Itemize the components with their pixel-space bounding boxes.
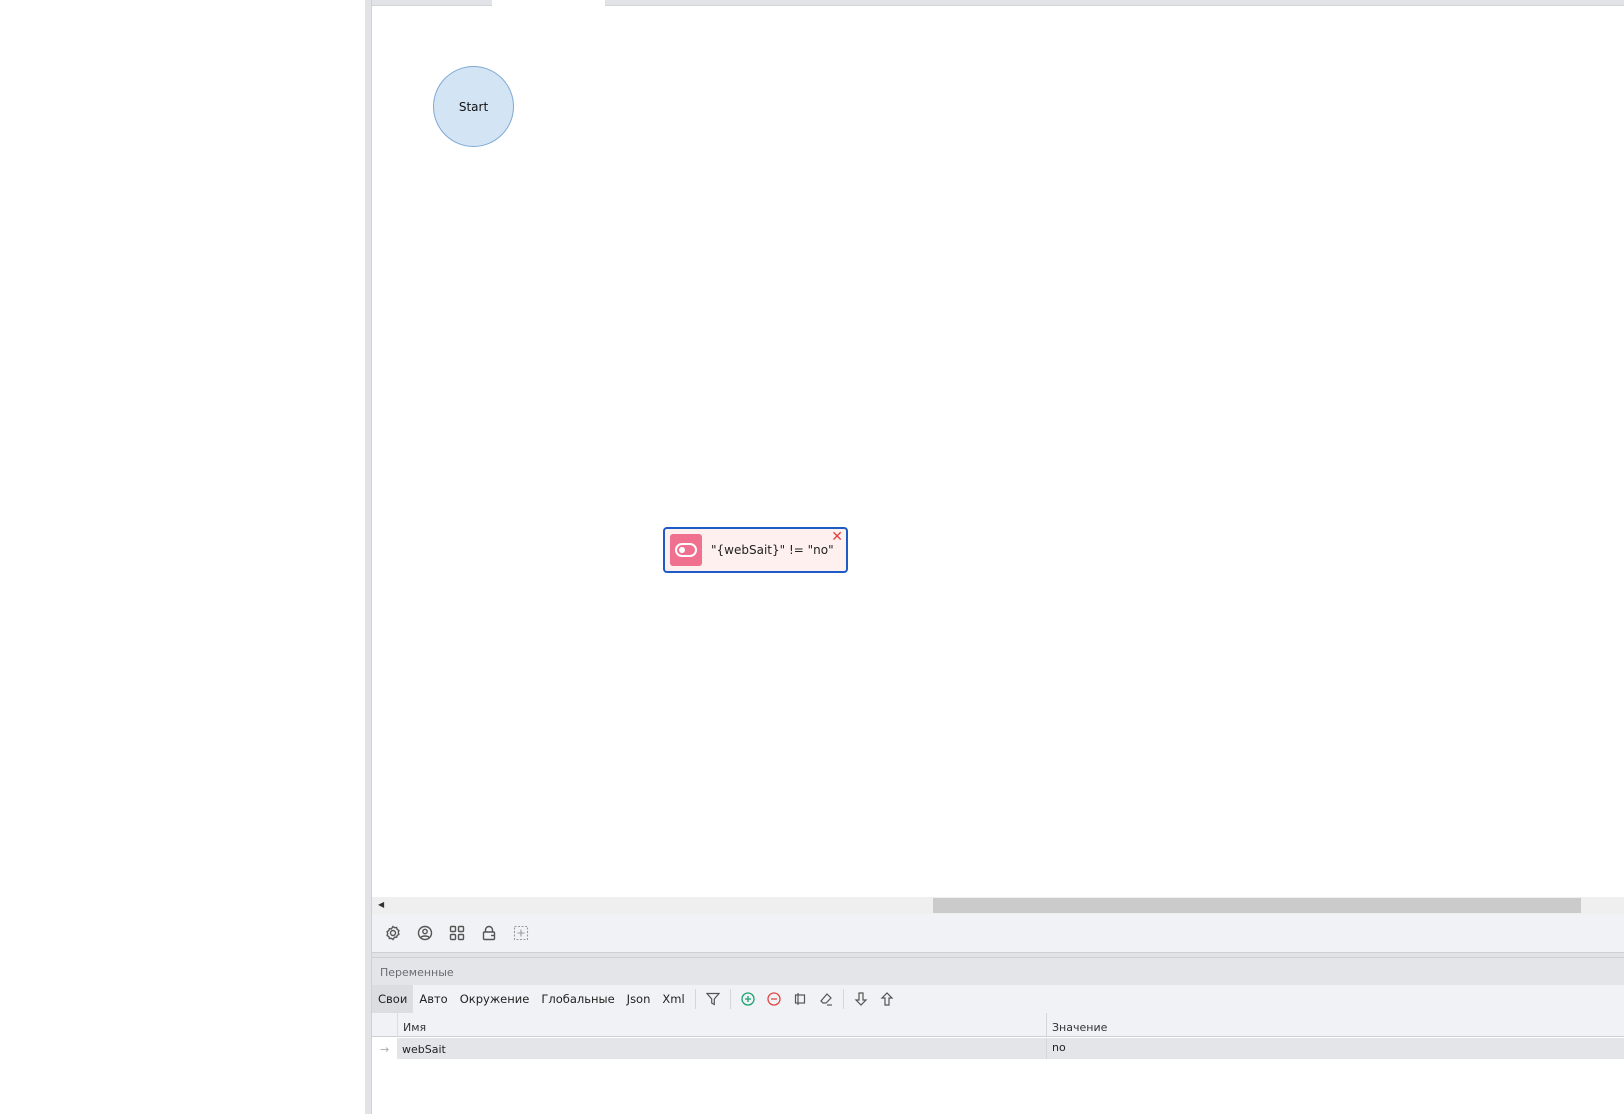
variables-table: Имя Значение → webSait no <box>372 1013 1624 1114</box>
eraser-icon[interactable] <box>813 987 839 1011</box>
panel-splitter[interactable] <box>365 0 372 1114</box>
condition-expression: "{webSait}" != "no" <box>711 543 834 557</box>
left-panel <box>0 0 365 1114</box>
column-header-name[interactable]: Имя <box>397 1013 1046 1037</box>
add-frame-icon[interactable] <box>510 923 531 944</box>
scrollbar-thumb[interactable] <box>933 898 1581 913</box>
start-node[interactable]: Start <box>433 66 514 147</box>
condition-node[interactable]: "{webSait}" != "no" ✕ <box>663 527 848 573</box>
variable-name-cell[interactable]: webSait <box>397 1038 1046 1059</box>
row-marker-header <box>372 1013 397 1037</box>
filter-icon[interactable] <box>700 987 726 1011</box>
toggle-icon <box>670 534 702 566</box>
toolbar-separator <box>694 989 696 1009</box>
canvas-toolbar <box>372 914 1624 953</box>
add-variable-icon[interactable] <box>735 987 761 1011</box>
scroll-left-icon[interactable]: ◀ <box>378 900 384 909</box>
variable-value-cell[interactable]: no <box>1046 1038 1624 1059</box>
resize-column-icon[interactable] <box>787 987 813 1011</box>
remove-variable-icon[interactable] <box>761 987 787 1011</box>
arrow-up-icon[interactable] <box>874 987 900 1011</box>
tab-global[interactable]: Глобальные <box>535 985 620 1013</box>
variables-panel-title: Переменные <box>372 958 1624 985</box>
toolbar-separator <box>842 989 844 1009</box>
active-tab[interactable] <box>492 0 605 7</box>
horizontal-scrollbar[interactable]: ◀ <box>372 897 1624 914</box>
row-marker: → <box>372 1038 397 1059</box>
tab-environment[interactable]: Окружение <box>454 985 536 1013</box>
toolbar-separator <box>729 989 731 1009</box>
close-icon[interactable]: ✕ <box>831 529 843 545</box>
start-node-label: Start <box>458 99 489 114</box>
variables-toolbar: Свои Авто Окружение Глобальные Json Xml <box>372 985 1624 1013</box>
tab-auto[interactable]: Авто <box>413 985 453 1013</box>
tab-xml[interactable]: Xml <box>656 985 690 1013</box>
project-canvas[interactable] <box>372 7 1624 897</box>
grid-icon[interactable] <box>446 923 467 944</box>
lock-icon[interactable] <box>478 923 499 944</box>
tab-json[interactable]: Json <box>621 985 657 1013</box>
column-header-value[interactable]: Значение <box>1046 1013 1624 1037</box>
tab-own[interactable]: Свои <box>372 985 414 1013</box>
gear-icon[interactable] <box>382 923 403 944</box>
arrow-down-icon[interactable] <box>848 987 874 1011</box>
user-circle-icon[interactable] <box>414 923 435 944</box>
